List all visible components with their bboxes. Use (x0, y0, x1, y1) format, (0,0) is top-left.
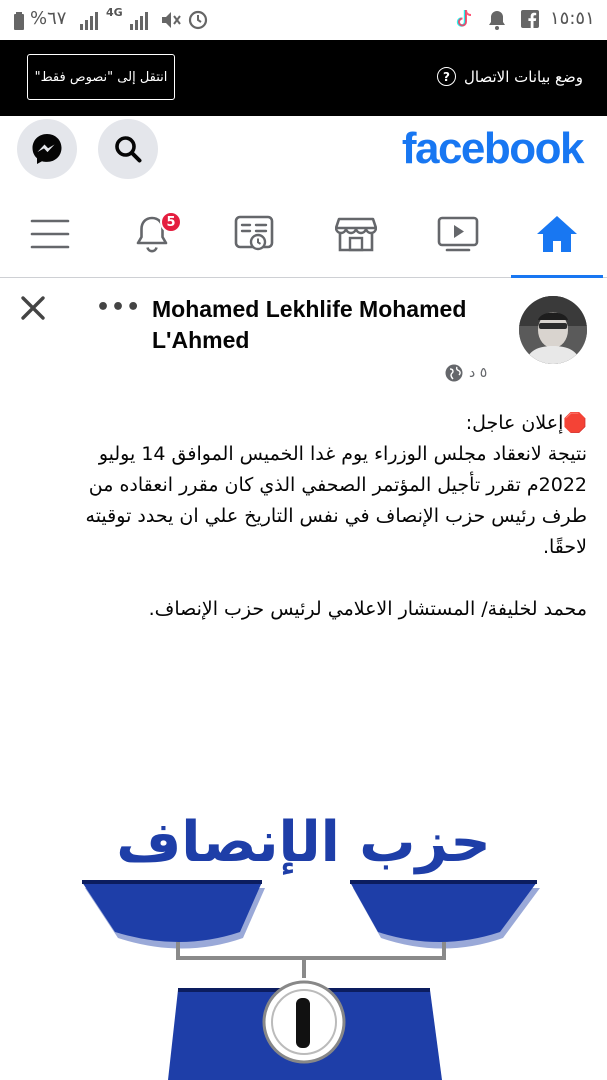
more-options-icon[interactable]: ••• (96, 295, 141, 320)
post-line: طرف رئيس حزب الإنصاف في نفس التاريخ علي … (85, 505, 587, 527)
text-only-button[interactable]: انتقل إلى "نصوص فقط" (27, 54, 175, 100)
close-icon[interactable] (18, 293, 48, 323)
globe-icon (445, 364, 463, 382)
feeds-tab[interactable] (204, 190, 304, 278)
watch-tab[interactable] (408, 190, 508, 278)
messenger-button[interactable] (17, 119, 77, 179)
post-meta: ٥ د (445, 364, 487, 382)
post-line: 🛑إعلان عاجل: (465, 412, 587, 434)
facebook-notification-icon (521, 10, 539, 28)
post-header: ••• Mohamed Lekhlife Mohamed L'Ahmed ٥ د (0, 278, 607, 388)
post-text: 🛑إعلان عاجل: نتيجة لانعقاد مجلس الوزراء … (20, 408, 587, 625)
network-type: 4G (106, 6, 123, 19)
post-signature: محمد لخليفة/ المستشار الاعلامي لرئيس حزب… (148, 598, 587, 620)
post-line: 2022م تقرر تأجيل المؤتمر الصحفي الذي كان… (88, 474, 587, 496)
post-image[interactable]: حزب الإنصاف (0, 770, 607, 1080)
tiktok-icon (456, 9, 472, 27)
bell-notification-icon (489, 11, 505, 30)
menu-tab[interactable] (0, 190, 100, 278)
post-line: نتيجة لانعقاد مجلس الوزراء يوم غدا الخمي… (98, 443, 587, 465)
battery-percent: %٦٧ (30, 8, 67, 29)
facebook-logo[interactable]: facebook (402, 124, 585, 174)
data-mode-info[interactable]: وضع بيانات الاتصال ? (436, 67, 583, 86)
post-timestamp[interactable]: ٥ د (469, 365, 487, 381)
post-author[interactable]: Mohamed Lekhlife Mohamed L'Ahmed (152, 294, 492, 356)
app-header: facebook (0, 116, 607, 190)
search-icon (115, 136, 142, 163)
main-nav: 5 (0, 190, 607, 278)
help-icon[interactable]: ? (436, 67, 456, 86)
signal-icon-2 (130, 12, 148, 30)
post-line: لاحقًا. (542, 536, 587, 558)
clock: ١٥:٥١ (550, 8, 595, 29)
author-avatar[interactable] (519, 296, 587, 364)
news-feed-icon (234, 215, 274, 251)
hamburger-menu-icon (30, 219, 70, 249)
messenger-icon (32, 134, 62, 164)
scales-of-justice-logo (82, 880, 540, 1080)
marketplace-tab[interactable] (306, 190, 406, 278)
home-icon (537, 216, 577, 252)
signal-icon (80, 12, 98, 30)
data-mode-bar: انتقل إلى "نصوص فقط" وضع بيانات الاتصال … (0, 40, 607, 116)
battery-icon (14, 12, 24, 30)
search-button[interactable] (98, 119, 158, 179)
notifications-tab[interactable]: 5 (102, 190, 202, 278)
marketplace-icon (335, 217, 377, 252)
video-play-icon (437, 216, 479, 252)
mute-icon (162, 12, 181, 28)
data-mode-label: وضع بيانات الاتصال (463, 67, 583, 86)
home-tab[interactable] (507, 190, 607, 278)
notification-badge: 5 (160, 211, 182, 233)
status-bar: %٦٧ 4G ١٥:٥١ (0, 0, 607, 40)
alarm-icon (188, 10, 208, 30)
